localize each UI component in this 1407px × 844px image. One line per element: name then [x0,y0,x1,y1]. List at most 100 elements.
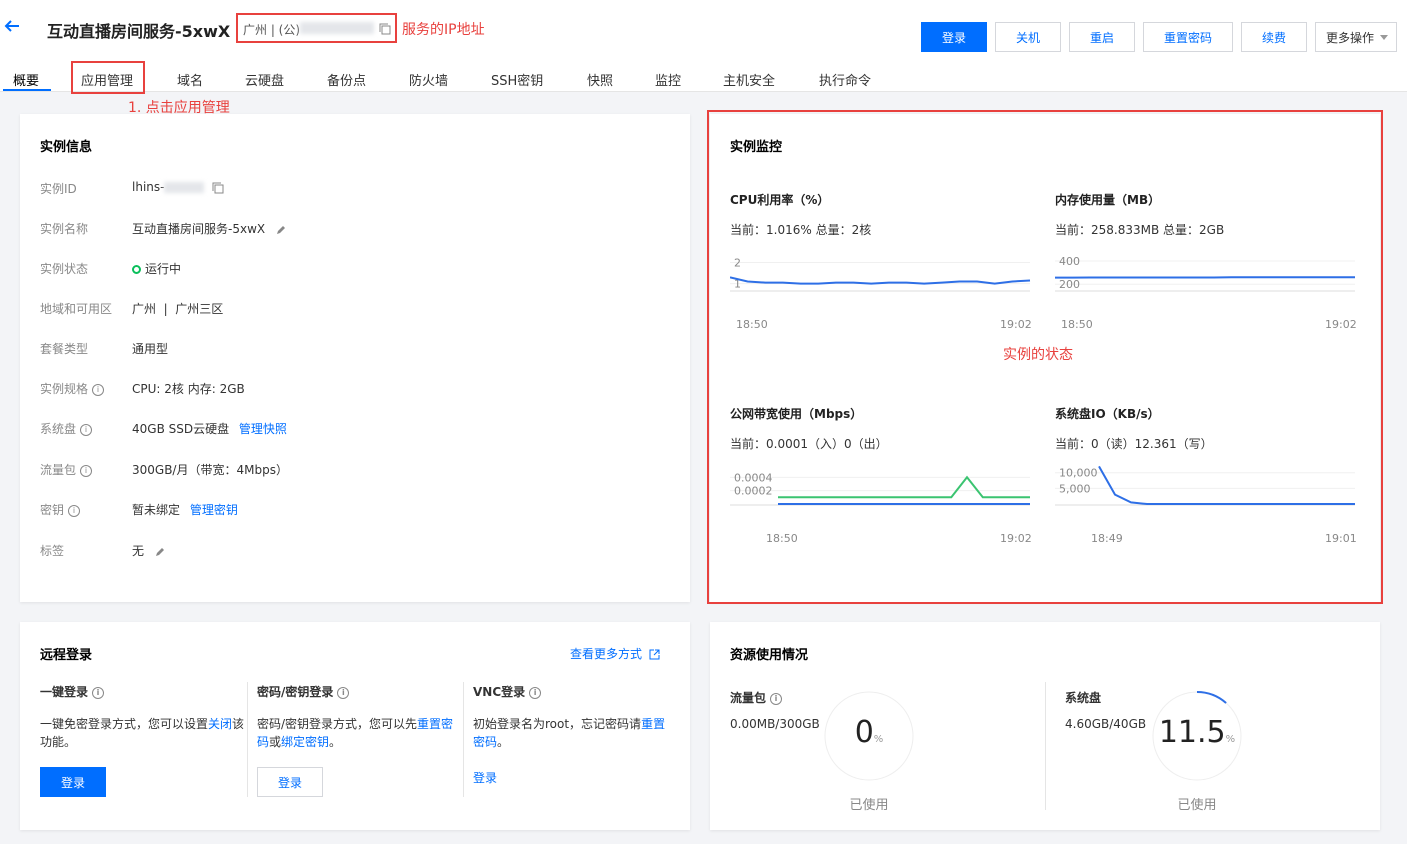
instance-name-text: 互动直播房间服务-5xwX [132,222,266,236]
plan-type-value: 通用型 [132,342,169,356]
disk-percent: 11.5% [1151,715,1243,750]
copy-icon[interactable] [212,182,224,194]
vnc-login-link[interactable]: 登录 [473,769,497,786]
tab-snapshot[interactable]: 快照 [587,70,613,89]
more-actions-dropdown[interactable]: 更多操作 [1315,22,1397,52]
copy-icon[interactable] [379,23,391,35]
traffic-used-label: 已使用 [849,798,889,813]
instance-id-text: lhins- [132,180,165,194]
instance-status-text: 运行中 [145,262,182,276]
more-methods-link[interactable]: 查看更多方式 [570,645,660,662]
manage-key-link[interactable]: 管理密钥 [190,503,238,517]
back-arrow-icon[interactable] [2,16,22,36]
one-click-login-button[interactable]: 登录 [40,767,106,797]
traffic-label-text: 流量包 [40,463,77,477]
shutdown-button[interactable]: 关机 [995,22,1061,52]
more-actions-label: 更多操作 [1326,30,1375,45]
reset-password-button[interactable]: 重置密码 [1143,22,1233,52]
ip-address-redacted [300,22,374,34]
divider [1045,682,1046,810]
traffic-amount: 0.00MB/300GB [730,717,820,731]
key-label-text: 密钥 [40,503,65,517]
running-status-icon [132,265,141,274]
instance-info-card: 实例信息 实例ID lhins- 实例名称 互动直播房间服务-5xwX 实例状态… [20,114,690,602]
password-login-button[interactable]: 登录 [257,767,323,797]
tab-domain[interactable]: 域名 [177,70,203,89]
traffic-label: 流量包 i [40,461,93,478]
info-icon[interactable]: i [337,686,350,699]
traffic-percent-value: 0 [854,715,874,750]
vnc-title-text: VNC登录 [473,685,526,699]
system-disk-value: 40GB SSD云硬盘 管理快照 [132,420,287,437]
more-methods-text: 查看更多方式 [570,647,643,661]
login-button[interactable]: 登录 [921,22,987,52]
info-icon[interactable]: i [529,686,542,699]
tag-text: 无 [132,544,145,558]
remote-login-title: 远程登录 [40,648,93,663]
page-title: 互动直播房间服务-5xwX [47,22,231,41]
ip-label: 广州 | (公) [243,23,301,37]
password-desc-text: 密码/密钥登录方式，您可以先 [257,717,418,731]
bind-key-link[interactable]: 绑定密钥 [281,735,329,749]
system-disk-label: 系统盘 i [40,420,93,437]
disk-percent-unit: % [1225,734,1236,745]
disk-percent-value: 11.5 [1158,715,1226,750]
vnc-desc-text: 初始登录名为root，忘记密码请 [473,717,642,731]
vnc-desc-end: 。 [497,735,510,749]
one-click-login-title: 一键登录 i [40,683,105,700]
resource-usage-card: 资源使用情况 流量包 i 0.00MB/300GB 0% 已使用 系统盘 4.60… [710,622,1380,830]
password-desc: 密码/密钥登录方式，您可以先重置密码或绑定密钥。 [257,715,457,751]
info-icon[interactable]: i [770,692,783,705]
info-icon[interactable]: i [68,504,81,517]
external-link-icon [649,649,660,660]
instance-name-value: 互动直播房间服务-5xwX [132,220,287,237]
tab-host-security[interactable]: 主机安全 [723,70,775,89]
password-desc-mid: 或 [269,735,282,749]
remote-login-card: 远程登录 查看更多方式 一键登录 i 一键免密登录方式，您可以设置关闭该功能。 登… [20,622,690,830]
disk-amount: 4.60GB/40GB [1065,717,1147,731]
edit-pencil-icon[interactable] [154,546,166,558]
info-icon[interactable]: i [80,423,93,436]
active-tab-indicator [3,89,51,91]
vnc-login-title: VNC登录 i [473,683,542,700]
traffic-value: 300GB/月（带宽：4Mbps） [132,463,288,477]
disk-used-label: 已使用 [1177,798,1217,813]
tab-run-command[interactable]: 执行命令 [819,70,871,89]
info-icon[interactable]: i [92,383,105,396]
tab-cloud-disk[interactable]: 云硬盘 [245,70,284,89]
instance-status-value: 运行中 [132,260,181,277]
password-desc-end: 。 [329,735,342,749]
instance-id-value: lhins- [132,180,224,194]
ip-annotation: 服务的IP地址 [402,22,485,38]
disable-link[interactable]: 关闭 [208,717,232,731]
one-click-desc: 一键免密登录方式，您可以设置关闭该功能。 [40,715,245,751]
restart-button[interactable]: 重启 [1069,22,1135,52]
resource-usage-title: 资源使用情况 [730,648,809,663]
instance-status-label: 实例状态 [40,262,89,276]
edit-pencil-icon[interactable] [275,224,287,236]
system-disk-text: 40GB SSD云硬盘 [132,422,230,436]
key-label: 密钥 i [40,501,81,518]
one-click-title-text: 一键登录 [40,685,89,699]
region-label: 地域和可用区 [40,302,113,316]
renew-button[interactable]: 续费 [1241,22,1307,52]
system-disk-usage-label: 系统盘 [1065,691,1102,705]
tab-backup[interactable]: 备份点 [327,70,366,89]
tab-firewall[interactable]: 防火墙 [409,70,448,89]
tab-monitor[interactable]: 监控 [655,70,681,89]
traffic-percent-unit: % [873,734,884,745]
info-icon[interactable]: i [80,464,93,477]
ip-address-box: 广州 | (公) [236,13,397,43]
password-title-text: 密码/密钥登录 [257,685,334,699]
top-bar: 互动直播房间服务-5xwX 广州 | (公) 服务的IP地址 登录 关机 重启 … [0,0,1407,94]
tab-overview[interactable]: 概要 [13,70,39,89]
traffic-package-label: 流量包 i [730,689,783,706]
manage-snapshot-link[interactable]: 管理快照 [239,422,287,436]
gauge-arc [1196,691,1227,704]
info-icon[interactable]: i [92,686,105,699]
tab-ssh-key[interactable]: SSH密钥 [491,70,543,89]
one-click-desc-text: 一键免密登录方式，您可以设置 [40,717,209,731]
instance-spec-value: CPU: 2核 内存: 2GB [132,382,245,396]
vnc-desc: 初始登录名为root，忘记密码请重置密码。 [473,715,673,751]
instance-name-label: 实例名称 [40,222,89,236]
